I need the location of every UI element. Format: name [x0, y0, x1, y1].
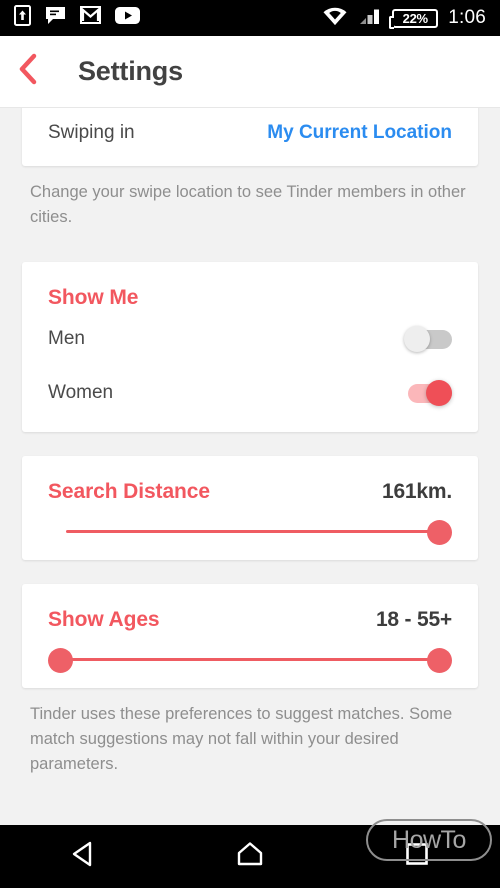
show-me-card: Show Me Men Women	[22, 262, 478, 432]
search-distance-title: Search Distance	[48, 480, 210, 503]
youtube-icon	[115, 7, 140, 29]
cellular-signal-icon	[358, 6, 382, 31]
search-distance-value: 161km.	[381, 480, 452, 503]
status-bar-clock: 1:06	[448, 7, 486, 28]
android-navigation-bar	[0, 825, 500, 888]
show-me-title: Show Me	[48, 286, 139, 309]
status-bar-system-icons: 22% 1:06	[322, 6, 486, 31]
status-bar-notification-icons	[14, 5, 140, 31]
settings-scroll-area[interactable]: Swiping in My Current Location Change yo…	[0, 108, 500, 825]
toggle-knob	[404, 326, 430, 352]
swiping-in-label: Swiping in	[48, 122, 135, 143]
swipe-location-note: Change your swipe location to see Tinder…	[30, 183, 466, 226]
wifi-icon	[322, 6, 348, 31]
swiping-in-value[interactable]: My Current Location	[267, 122, 452, 144]
show-ages-header: Show Ages 18 - 55+	[22, 584, 478, 632]
page-title: Settings	[78, 56, 183, 86]
toggle-women[interactable]	[404, 380, 452, 406]
battery-percent-label: 22%	[402, 10, 428, 26]
nav-back-triangle-icon	[70, 840, 96, 873]
nav-recents-square-icon	[405, 842, 429, 871]
messages-icon	[45, 6, 66, 30]
search-distance-slider[interactable]	[48, 504, 452, 560]
back-button[interactable]	[0, 53, 56, 90]
slider-track	[66, 530, 434, 533]
back-chevron-icon	[17, 53, 39, 90]
nav-back-button[interactable]	[48, 825, 118, 888]
battery-indicator: 22%	[389, 8, 439, 29]
swiping-in-row[interactable]: Swiping in My Current Location	[22, 108, 478, 166]
nav-home-icon	[235, 840, 265, 873]
search-distance-card: Search Distance 161km.	[22, 456, 478, 560]
slider-thumb-max[interactable]	[427, 648, 452, 673]
nav-home-button[interactable]	[215, 825, 285, 888]
show-ages-footer-note: Tinder uses these preferences to suggest…	[30, 705, 453, 773]
app-bar: Settings	[0, 36, 500, 108]
show-ages-title: Show Ages	[48, 608, 160, 631]
toggle-men[interactable]	[404, 326, 452, 352]
slider-thumb-min[interactable]	[48, 648, 73, 673]
show-me-row-men[interactable]: Men	[22, 312, 478, 366]
swipe-location-card: Swiping in My Current Location	[22, 108, 478, 166]
show-me-row-women[interactable]: Women	[22, 366, 478, 432]
nav-recents-button[interactable]	[382, 825, 452, 888]
search-distance-header: Search Distance 161km.	[22, 456, 478, 504]
toggle-knob	[426, 380, 452, 406]
status-bar: 22% 1:06	[0, 0, 500, 36]
show-ages-card: Show Ages 18 - 55+	[22, 584, 478, 688]
show-ages-value: 18 - 55+	[375, 608, 452, 631]
slider-track	[66, 658, 434, 661]
gmail-icon	[80, 6, 101, 30]
show-me-label-women: Women	[48, 382, 114, 403]
slider-thumb-max[interactable]	[427, 520, 452, 545]
phone-screen: 22% 1:06 Settings Swiping in My Current …	[0, 0, 500, 888]
show-me-label-men: Men	[48, 328, 85, 349]
show-ages-range-slider[interactable]	[48, 632, 452, 688]
upload-icon	[14, 5, 31, 31]
